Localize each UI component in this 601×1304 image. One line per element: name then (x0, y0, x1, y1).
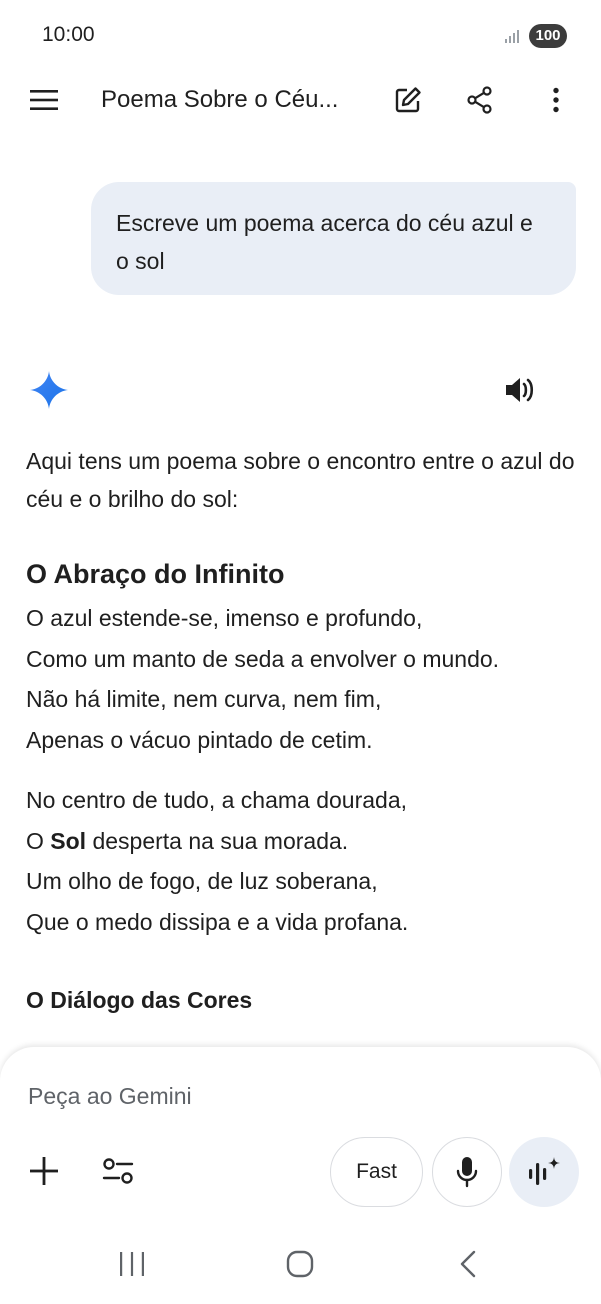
app-bar: Poema Sobre o Céu... (0, 70, 601, 130)
menu-icon[interactable] (22, 80, 66, 120)
poem-stanza-1: O azul estende-se, imenso e profundo, Co… (26, 598, 586, 760)
poem-line: Que o medo dissipa e a vida profana. (26, 908, 409, 935)
poem-line: No centro de tudo, a chama dourada, (26, 787, 408, 813)
poem-subheading: O Diálogo das Cores (26, 987, 253, 1013)
back-icon[interactable] (442, 1244, 494, 1284)
response-intro: Aqui tens um poema sobre o encontro entr… (26, 448, 575, 512)
plus-icon[interactable] (22, 1149, 66, 1193)
share-icon[interactable] (458, 78, 502, 122)
home-icon[interactable] (274, 1244, 326, 1284)
status-bar: 10:00 100 (0, 0, 601, 70)
tools-icon[interactable] (96, 1149, 140, 1193)
prompt-input[interactable] (28, 1083, 568, 1110)
gemini-response: Aqui tens um poema sobre o encontro entr… (26, 442, 586, 1018)
recent-apps-icon[interactable] (106, 1244, 158, 1284)
live-icon[interactable] (509, 1137, 579, 1207)
poem-line: Apenas o vácuo pintado de cetim. (26, 726, 373, 753)
poem-line: Como um manto de seda a envolver o mundo… (26, 645, 500, 672)
poem-line-suffix: desperta na sua morada. (86, 827, 349, 854)
edit-icon[interactable] (386, 78, 430, 122)
poem-line: Não há limite, nem curva, nem fim, (26, 686, 382, 712)
user-message-bubble: Escreve um poema acerca do céu azul e o … (91, 182, 576, 295)
poem-line: O Sol desperta na sua morada. (26, 821, 586, 862)
poem-stanza-2: No centro de tudo, a chama dourada, O So… (26, 780, 586, 942)
system-nav-bar (0, 1234, 601, 1294)
status-time: 10:00 (42, 23, 95, 46)
speaker-icon[interactable] (500, 372, 540, 408)
poem-line: Um olho de fogo, de luz soberana, (26, 868, 378, 894)
chat-title[interactable]: Poema Sobre o Céu... (101, 86, 361, 114)
more-vert-icon[interactable] (536, 78, 576, 122)
gemini-sparkle-icon (30, 371, 68, 414)
mic-icon[interactable] (432, 1137, 502, 1207)
battery-icon: 100 (529, 24, 567, 48)
poem-line: O azul estende-se, imenso e profundo, (26, 605, 423, 631)
poem-line-prefix: O (26, 827, 51, 854)
model-selector-button[interactable]: Fast (330, 1137, 423, 1207)
poem-title: O Abraço do Infinito (26, 559, 285, 589)
poem-bold-word: Sol (50, 827, 87, 854)
signal-icon (505, 27, 523, 48)
